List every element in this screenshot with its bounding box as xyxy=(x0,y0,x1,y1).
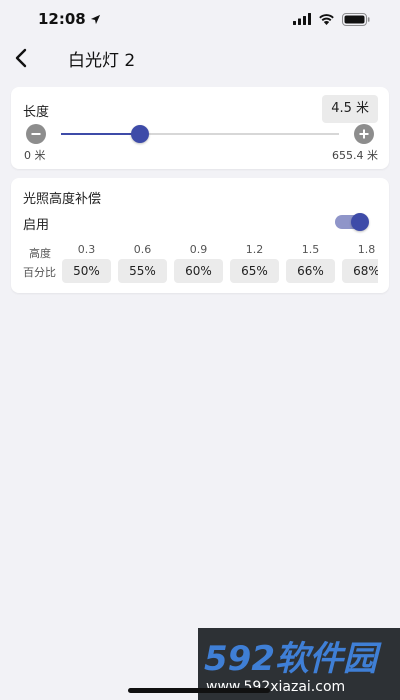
home-indicator[interactable] xyxy=(128,688,270,693)
status-time: 12:08 xyxy=(38,10,101,28)
minus-icon xyxy=(31,133,41,135)
compensation-table[interactable]: 0.3 50% 0.6 55% 0.9 60% 1.2 65% 1.5 66% … xyxy=(62,242,378,286)
wifi-icon xyxy=(319,14,334,25)
enable-toggle[interactable] xyxy=(335,213,369,231)
back-button[interactable] xyxy=(10,46,32,70)
height-value: 1.2 xyxy=(245,243,264,256)
height-value: 0.9 xyxy=(189,243,208,256)
decrease-length-button[interactable] xyxy=(26,124,46,144)
percent-value-field[interactable]: 55% xyxy=(118,259,167,283)
battery-icon xyxy=(342,12,370,26)
length-slider-fill xyxy=(61,133,140,135)
percent-value-field[interactable]: 60% xyxy=(174,259,223,283)
percent-row-label: 百分比 xyxy=(23,266,56,279)
watermark-brand: 592软件园 xyxy=(204,639,382,679)
status-icons xyxy=(293,12,370,26)
length-min-label: 0 米 xyxy=(24,149,46,162)
page-title: 白光灯 2 xyxy=(68,51,136,71)
length-label: 长度 xyxy=(23,105,50,120)
height-row-label: 高度 xyxy=(29,247,51,260)
enable-toggle-thumb xyxy=(351,213,369,231)
nav-header: 白光灯 2 xyxy=(0,40,400,76)
height-value: 0.6 xyxy=(133,243,152,256)
length-value-field[interactable]: 4.5 米 xyxy=(322,95,378,123)
chevron-left-icon xyxy=(15,48,27,68)
percent-value-field[interactable]: 65% xyxy=(230,259,279,283)
signal-icon xyxy=(293,13,311,25)
status-time-text: 12:08 xyxy=(38,10,86,28)
enable-label: 启用 xyxy=(23,218,50,233)
height-value: 1.8 xyxy=(357,243,376,256)
increase-length-button[interactable] xyxy=(354,124,374,144)
length-card: 长度 4.5 米 0 米 655.4 米 xyxy=(11,87,389,169)
plus-icon xyxy=(359,129,369,139)
length-slider-thumb[interactable] xyxy=(131,125,149,143)
height-compensation-card: 光照高度补偿 启用 高度 百分比 0.3 50% 0.6 55% 0.9 60%… xyxy=(11,178,389,293)
height-value: 0.3 xyxy=(77,243,96,256)
location-arrow-icon xyxy=(90,14,100,24)
status-bar: 12:08 xyxy=(0,0,400,38)
height-value: 1.5 xyxy=(301,243,320,256)
percent-value-field[interactable]: 66% xyxy=(286,259,335,283)
percent-value-field[interactable]: 68% xyxy=(342,259,378,283)
length-max-label: 655.4 米 xyxy=(332,149,378,162)
percent-value-field[interactable]: 50% xyxy=(62,259,111,283)
length-slider[interactable] xyxy=(61,125,339,143)
compensation-title: 光照高度补偿 xyxy=(23,192,102,207)
